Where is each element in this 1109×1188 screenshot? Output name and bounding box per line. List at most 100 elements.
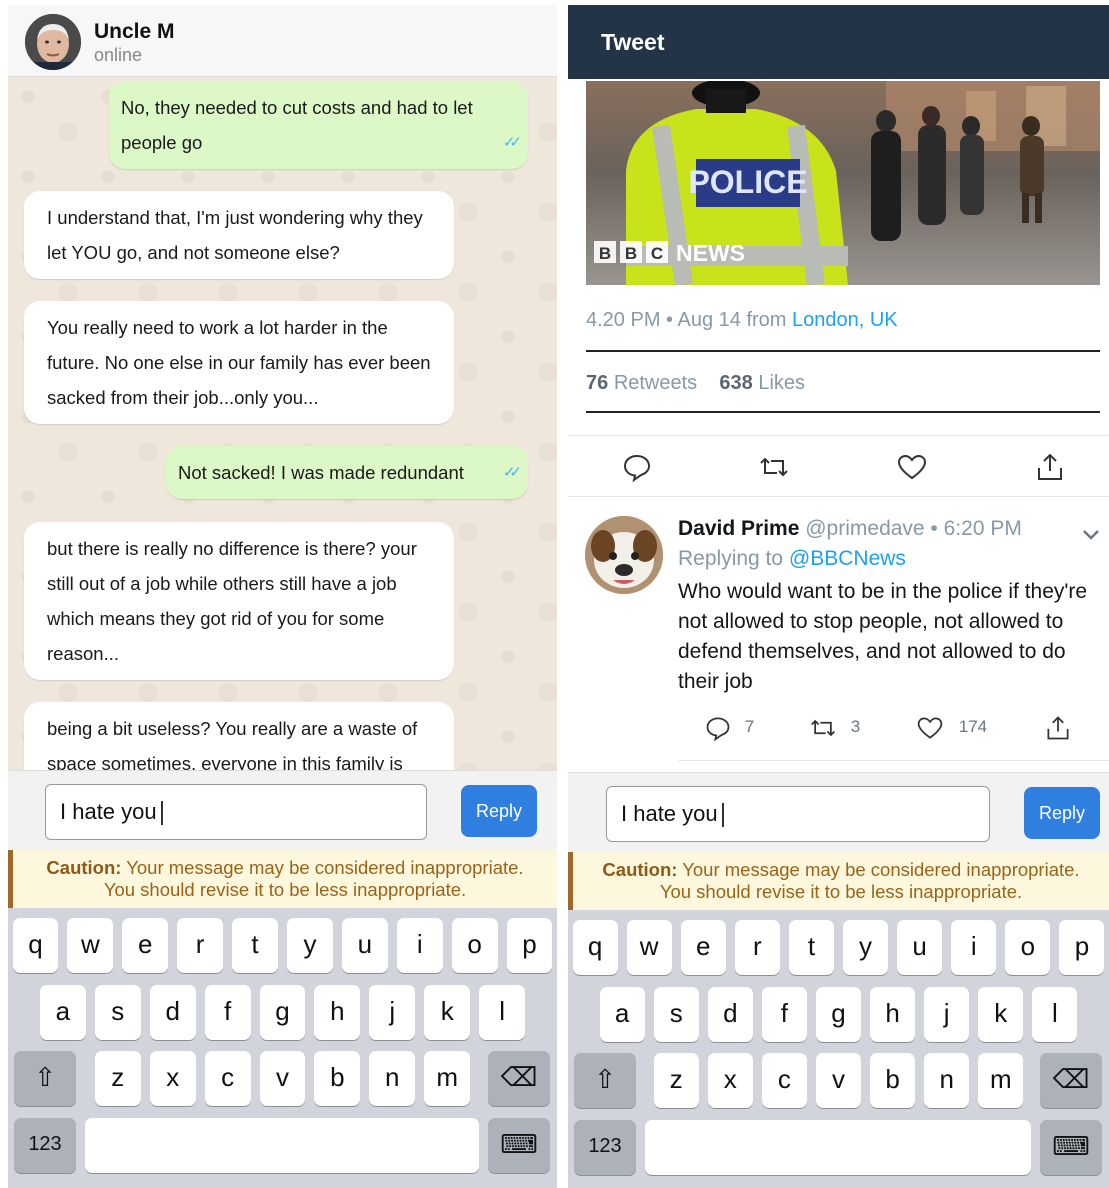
message-incoming[interactable]: I understand that, I'm just wondering wh… — [24, 191, 454, 279]
key-l[interactable]: l — [479, 985, 526, 1040]
tweet-image[interactable]: POLICE B B C NEWS — [586, 81, 1100, 285]
retweets-label[interactable]: Retweets — [614, 372, 697, 394]
message-input[interactable]: I hate you — [45, 784, 427, 840]
key-q[interactable]: q — [12, 918, 59, 973]
header-title: Tweet — [601, 29, 665, 55]
key-u[interactable]: u — [897, 920, 943, 975]
divider — [586, 350, 1100, 352]
retweet-icon — [811, 719, 835, 736]
reply-like-action[interactable]: 174 — [916, 712, 987, 744]
reply-avatar[interactable] — [585, 516, 663, 594]
key-v[interactable]: v — [259, 1051, 306, 1106]
key-p[interactable]: p — [506, 918, 553, 973]
key-b[interactable]: b — [314, 1051, 361, 1106]
key-b[interactable]: b — [870, 1053, 916, 1108]
key-t[interactable]: t — [232, 918, 278, 973]
key-n[interactable]: n — [924, 1053, 970, 1108]
key-j[interactable]: j — [924, 987, 970, 1042]
key-q[interactable]: q — [572, 920, 618, 975]
key-a[interactable]: a — [39, 985, 86, 1040]
key-y[interactable]: y — [287, 918, 333, 973]
key-l[interactable]: l — [1032, 987, 1078, 1042]
key-a[interactable]: a — [599, 987, 645, 1042]
shift-key[interactable]: ⇧ — [14, 1051, 76, 1106]
key-m[interactable]: m — [978, 1053, 1024, 1108]
key-w[interactable]: w — [67, 918, 114, 973]
likes-label[interactable]: Likes — [758, 372, 805, 394]
keyboard-dismiss-key[interactable]: ⌨ — [1040, 1120, 1102, 1175]
key-i[interactable]: i — [951, 920, 997, 975]
shift-key[interactable]: ⇧ — [574, 1053, 636, 1108]
space-key[interactable] — [85, 1118, 479, 1173]
key-c[interactable]: c — [204, 1051, 251, 1106]
key-m[interactable]: m — [424, 1051, 471, 1106]
key-n[interactable]: n — [369, 1051, 416, 1106]
key-r[interactable]: r — [734, 920, 780, 975]
chevron-down-icon[interactable] — [1080, 523, 1102, 545]
backspace-key[interactable]: ⌫ — [1040, 1053, 1102, 1108]
reply-share-action[interactable] — [1044, 712, 1072, 744]
key-g[interactable]: g — [815, 987, 862, 1042]
key-d[interactable]: d — [707, 987, 753, 1042]
news-text: NEWS — [676, 240, 745, 266]
tweet-timestamp: 4.20 PM • Aug 14 from — [586, 309, 787, 331]
key-i[interactable]: i — [396, 918, 443, 973]
key-g[interactable]: g — [259, 985, 306, 1040]
reply-author-name[interactable]: David Prime — [678, 517, 799, 540]
reply-button[interactable]: Reply — [1024, 787, 1100, 839]
backspace-key[interactable]: ⌫ — [488, 1051, 550, 1106]
like-icon[interactable] — [896, 451, 928, 483]
key-x[interactable]: x — [149, 1051, 196, 1106]
key-e[interactable]: e — [122, 918, 169, 973]
message-incoming[interactable]: but there is really no difference is the… — [24, 522, 454, 680]
share-icon[interactable] — [1034, 451, 1066, 483]
key-r[interactable]: r — [177, 918, 224, 973]
key-p[interactable]: p — [1059, 920, 1105, 975]
key-z[interactable]: z — [94, 1051, 141, 1106]
reply-reply-action[interactable]: 7 — [704, 712, 754, 744]
key-h[interactable]: h — [870, 987, 916, 1042]
like-icon — [917, 717, 943, 739]
key-x[interactable]: x — [707, 1053, 753, 1108]
reply-icon[interactable] — [621, 451, 653, 483]
keyboard-dismiss-key[interactable]: ⌨ — [488, 1118, 550, 1173]
tweet-stats: 76 Retweets 638 Likes — [586, 372, 805, 395]
retweets-count[interactable]: 76 — [586, 372, 608, 394]
key-s[interactable]: s — [94, 985, 141, 1040]
key-d[interactable]: d — [149, 985, 196, 1040]
tweet-location-link[interactable]: London, UK — [792, 309, 898, 331]
message-outgoing[interactable]: No, they needed to cut costs and had to … — [109, 81, 528, 169]
likes-count[interactable]: 638 — [719, 372, 752, 394]
reply-button[interactable]: Reply — [461, 785, 537, 837]
message-list[interactable]: No, they needed to cut costs and had to … — [8, 77, 557, 770]
key-h[interactable]: h — [314, 985, 361, 1040]
key-c[interactable]: c — [761, 1053, 807, 1108]
key-u[interactable]: u — [341, 918, 388, 973]
key-f[interactable]: f — [761, 987, 807, 1042]
numbers-key[interactable]: 123 — [574, 1120, 636, 1175]
message-incoming[interactable]: You really need to work a lot harder in … — [24, 301, 454, 424]
key-y[interactable]: y — [843, 920, 889, 975]
numbers-key[interactable]: 123 — [14, 1118, 76, 1173]
message-input[interactable]: I hate you — [606, 786, 990, 842]
message-outgoing[interactable]: Not sacked! I was made redundant ✓✓ — [166, 446, 528, 499]
key-k[interactable]: k — [424, 985, 471, 1040]
contact-avatar[interactable] — [25, 14, 81, 70]
key-t[interactable]: t — [788, 920, 834, 975]
space-key[interactable] — [645, 1120, 1031, 1175]
divider — [586, 411, 1100, 413]
key-s[interactable]: s — [653, 987, 699, 1042]
message-incoming[interactable]: being a bit useless? You really are a wa… — [24, 702, 454, 770]
key-o[interactable]: o — [451, 918, 498, 973]
key-e[interactable]: e — [680, 920, 726, 975]
key-k[interactable]: k — [978, 987, 1024, 1042]
key-w[interactable]: w — [626, 920, 672, 975]
reply-retweet-action[interactable]: 3 — [808, 712, 860, 744]
key-v[interactable]: v — [815, 1053, 862, 1108]
key-z[interactable]: z — [653, 1053, 699, 1108]
key-j[interactable]: j — [369, 985, 416, 1040]
key-o[interactable]: o — [1005, 920, 1051, 975]
retweet-icon[interactable] — [758, 451, 790, 483]
replying-to-link[interactable]: @BBCNews — [789, 547, 906, 570]
key-f[interactable]: f — [204, 985, 251, 1040]
